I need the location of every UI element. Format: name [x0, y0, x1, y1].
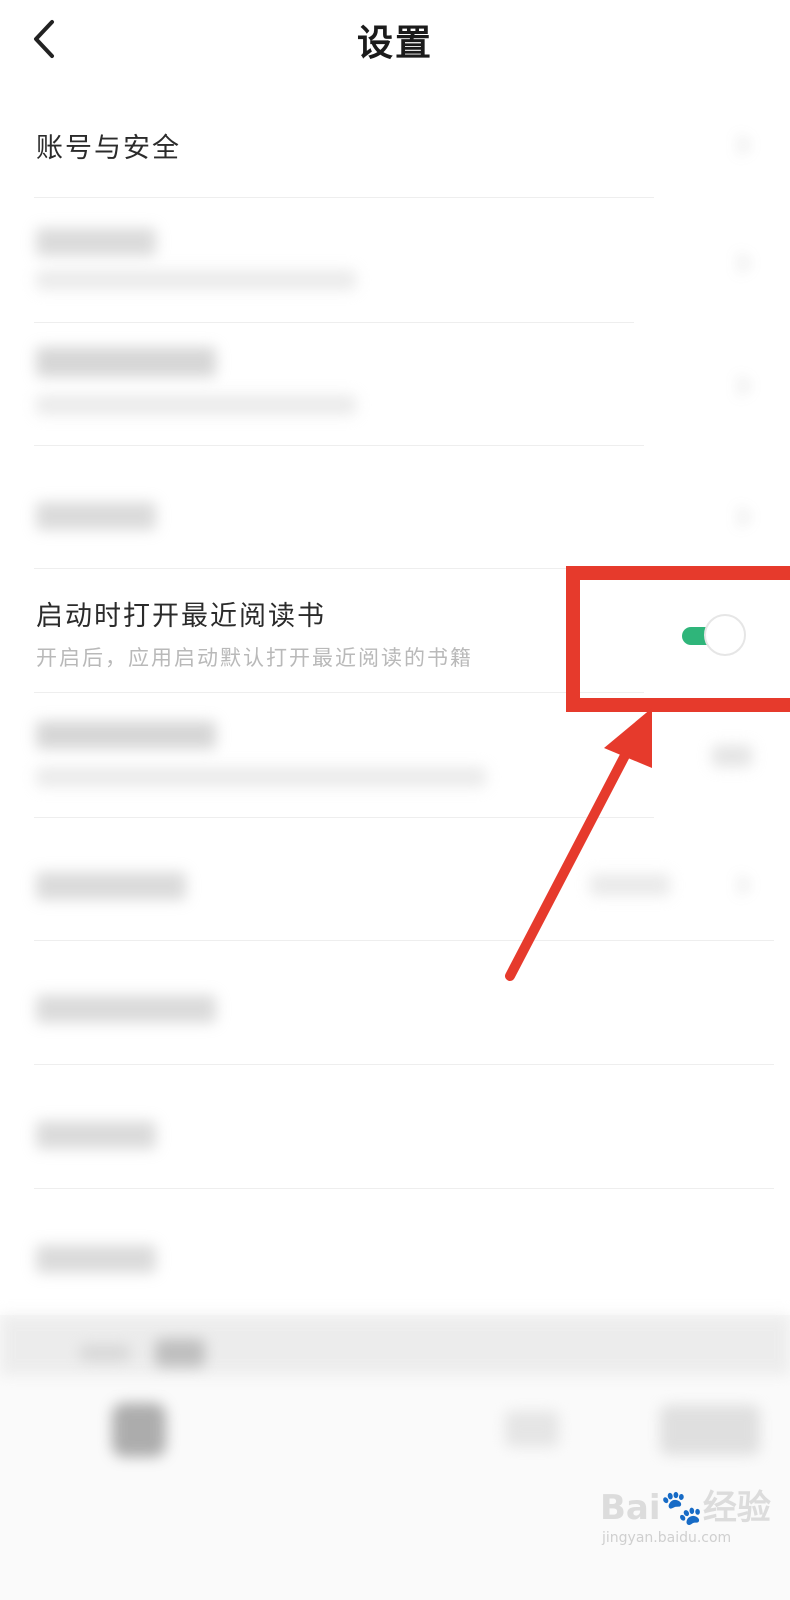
settings-item-blurred[interactable]	[0, 1191, 790, 1311]
page-title: 设置	[356, 22, 433, 64]
settings-item-blurred[interactable]	[0, 325, 790, 445]
divider	[34, 568, 654, 569]
divider	[34, 1064, 774, 1065]
chevron-right-icon	[738, 377, 749, 395]
blurred-label	[36, 228, 156, 256]
blurred-label	[36, 1245, 156, 1273]
chevron-right-icon	[738, 508, 749, 526]
settings-item-account-security[interactable]: 账号与安全	[0, 90, 790, 198]
blurred-label	[36, 502, 156, 530]
blurred-value	[712, 745, 752, 767]
settings-item-label: 启动时打开最近阅读书	[36, 601, 326, 632]
blurred-button[interactable]	[660, 1405, 760, 1455]
blurred-description	[36, 395, 356, 415]
settings-item-blurred[interactable]	[0, 200, 790, 322]
divider	[34, 1188, 774, 1189]
blurred-text	[155, 1339, 205, 1367]
watermark-brand: Bai🐾经验	[600, 1488, 771, 1528]
blurred-icon[interactable]	[505, 1411, 559, 1447]
chevron-right-icon	[738, 254, 749, 272]
settings-item-blurred[interactable]	[0, 1067, 790, 1187]
chevron-right-icon	[738, 876, 749, 894]
settings-item-blurred[interactable]	[0, 448, 790, 568]
watermark-url: jingyan.baidu.com	[602, 1530, 732, 1546]
arrow-annotation-icon	[505, 708, 652, 981]
settings-item-label: 账号与安全	[36, 133, 181, 164]
divider	[34, 322, 634, 323]
watermark: Bai🐾经验 jingyan.baidu.com	[600, 1480, 780, 1570]
divider	[34, 197, 654, 198]
blurred-label	[36, 872, 186, 900]
divider	[34, 692, 644, 693]
chevron-right-icon	[738, 136, 749, 154]
header-bar: 设置	[0, 0, 790, 80]
blurred-label	[36, 721, 216, 749]
blurred-label	[36, 1121, 156, 1149]
divider	[34, 445, 644, 446]
settings-item-description: 开启后，应用启动默认打开最近阅读的书籍	[36, 646, 473, 670]
blurred-label	[36, 347, 216, 377]
blurred-description	[36, 270, 356, 290]
blurred-icon[interactable]	[112, 1403, 166, 1457]
blurred-text	[80, 1345, 130, 1361]
highlight-box	[566, 566, 790, 712]
blurred-label	[36, 995, 216, 1023]
blurred-description	[36, 767, 486, 787]
